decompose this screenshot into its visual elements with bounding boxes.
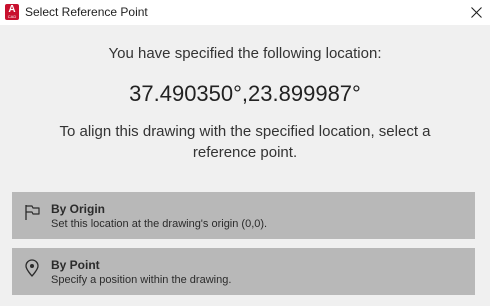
- by-point-title: By Point: [51, 258, 100, 272]
- map-pin-icon: [25, 259, 39, 277]
- flag-icon: [25, 205, 40, 220]
- intro-text: You have specified the following locatio…: [108, 45, 382, 62]
- autocad-app-icon: A CAD: [5, 4, 19, 20]
- by-origin-option[interactable]: By Origin Set this location at the drawi…: [12, 192, 475, 239]
- by-point-option[interactable]: By Point Specify a position within the d…: [12, 248, 475, 295]
- by-point-description: Specify a position within the drawing.: [51, 274, 232, 286]
- dialog-body: You have specified the following locatio…: [0, 25, 490, 306]
- coordinates-display: 37.490350°,23.899987°: [129, 81, 361, 106]
- instruction-text: To align this drawing with the specified…: [59, 123, 431, 161]
- title-bar: A CAD Select Reference Point: [0, 0, 490, 25]
- by-origin-title: By Origin: [51, 202, 106, 216]
- by-origin-description: Set this location at the drawing's origi…: [51, 218, 268, 230]
- close-icon: [470, 7, 482, 18]
- close-button[interactable]: [462, 0, 490, 25]
- window-title: Select Reference Point: [25, 5, 148, 19]
- app-icon-sub-label: CAD: [7, 14, 17, 19]
